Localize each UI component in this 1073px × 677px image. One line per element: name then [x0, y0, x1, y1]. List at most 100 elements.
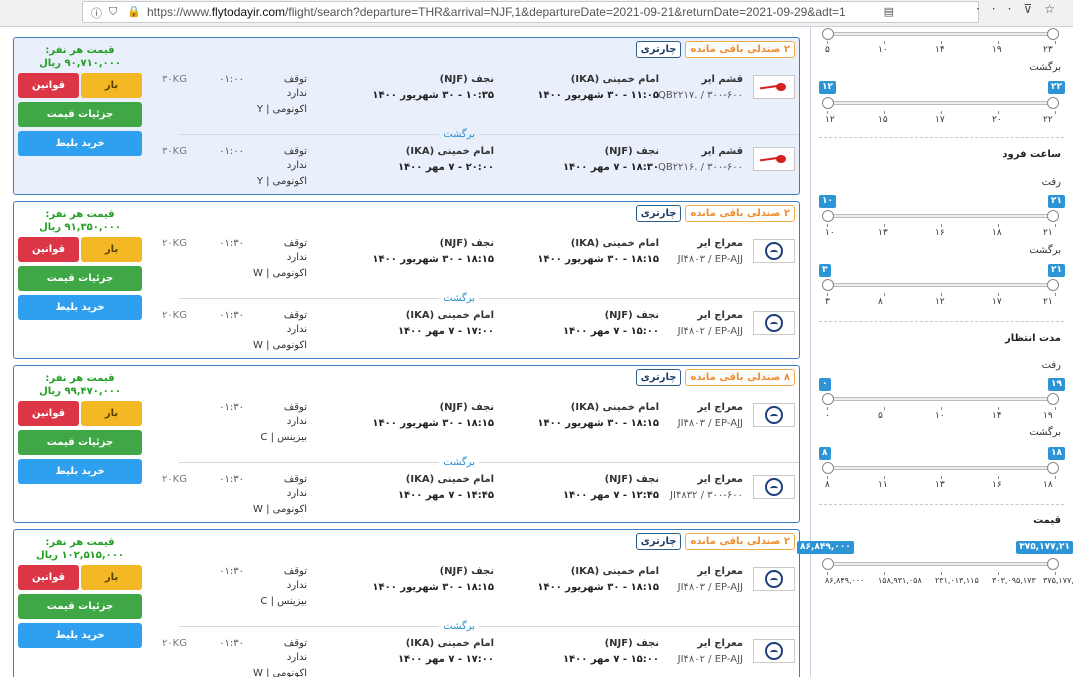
slider-handle-max[interactable] — [1047, 279, 1059, 291]
tracking-shield-icon[interactable]: ⛉ — [109, 5, 117, 19]
slider-handle-min[interactable] — [822, 393, 834, 405]
pocket-icon[interactable]: ⊽ — [1023, 2, 1044, 16]
airline-name: قشم ایر — [701, 146, 743, 157]
cabin-class: اکونومی | W — [253, 268, 307, 279]
lock-icon[interactable]: 🔒 — [127, 5, 141, 18]
leg-divider — [179, 298, 799, 299]
slider-handle-min[interactable] — [822, 279, 834, 291]
buy-ticket-button[interactable]: خرید بلیط — [18, 623, 142, 648]
slider-handle-max[interactable] — [1047, 210, 1059, 222]
slider-handle-min[interactable] — [822, 97, 834, 109]
tick-mark — [998, 41, 999, 44]
rules-button[interactable]: قوانین — [18, 73, 79, 98]
tick-label: ۱۶ — [935, 228, 945, 238]
slider-handle-max[interactable] — [1047, 28, 1059, 40]
destination-datetime: ۱۴:۴۵ - ۷ مهر ۱۴۰۰ — [397, 490, 494, 501]
slider-handle-max[interactable] — [1047, 97, 1059, 109]
destination-airport: امام خمینی (IKA) — [405, 310, 494, 321]
tick-mark — [941, 224, 942, 227]
tick-mark — [884, 111, 885, 114]
slider-handle-min[interactable] — [822, 462, 834, 474]
origin-airport: امام خمینی (IKA) — [570, 566, 659, 577]
flight-number: JI۴۸۰۲ / EP-AJJ — [677, 326, 743, 337]
slider-track[interactable] — [822, 97, 1059, 109]
flight-card[interactable]: ۲ صندلی باقی مانده چارتری معراج ایر JI۴۸۰۳ … — [13, 529, 800, 677]
stop-value: ندارد — [286, 652, 307, 663]
stop-label: توقف — [283, 402, 307, 413]
origin-airport: نجف (NJF) — [604, 638, 659, 649]
slider-handle-min[interactable] — [822, 210, 834, 222]
rules-button[interactable]: قوانین — [18, 565, 79, 590]
bookmark-star-icon[interactable]: ☆ — [1044, 2, 1067, 16]
flight-card[interactable]: ۲ صندلی باقی مانده چارتری قشم ایر QB۲۲۱۷. /… — [13, 37, 800, 195]
origin-datetime: ۱۸:۱۵ - ۳۰ شهریور ۱۴۰۰ — [537, 254, 659, 265]
slider-handle-max[interactable] — [1047, 393, 1059, 405]
flight-card[interactable]: ۸ صندلی باقی مانده چارتری معراج ایر JI۴۸۰۳ … — [13, 365, 800, 523]
address-bar[interactable]: ⓘ ⛉ 🔒 https://www.flytodayir.com/flight/… — [82, 1, 979, 23]
slider-handle-min[interactable] — [822, 28, 834, 40]
price-slider-track[interactable] — [822, 558, 1059, 570]
price-details-button[interactable]: جزئیات قیمت — [18, 430, 142, 455]
info-icon[interactable]: ⓘ — [91, 5, 102, 21]
tick-label: ۱۰ — [935, 411, 945, 421]
slider-track[interactable] — [822, 393, 1059, 405]
baggage-button[interactable]: بار — [81, 237, 142, 262]
price-max-value: ۳۷۵,۱۷۷,۲۱ — [1016, 541, 1073, 554]
buy-ticket-button[interactable]: خرید بلیط — [18, 295, 142, 320]
destination-datetime: ۱۰:۳۵ - ۳۰ شهریور ۱۴۰۰ — [372, 90, 494, 101]
tick-label: ۱۸ — [1043, 480, 1053, 490]
slider-handle-max[interactable] — [1047, 558, 1059, 570]
buy-ticket-button[interactable]: خرید بلیط — [18, 459, 142, 484]
rules-button[interactable]: قوانین — [18, 401, 79, 426]
slider-max-value: ۱۹ — [1048, 378, 1065, 391]
slider-track[interactable] — [822, 462, 1059, 474]
rules-button[interactable]: قوانین — [18, 237, 79, 262]
destination-airport: نجف (NJF) — [439, 238, 494, 249]
tick-mark — [941, 572, 942, 575]
baggage-button[interactable]: بار — [81, 565, 142, 590]
price-details-button[interactable]: جزئیات قیمت — [18, 102, 142, 127]
origin-datetime: ۱۸:۱۵ - ۳۰ شهریور ۱۴۰۰ — [537, 418, 659, 429]
slider-track[interactable] — [822, 279, 1059, 291]
stop-label: توقف — [283, 310, 307, 321]
tick-label: ۳ — [825, 297, 830, 307]
button-row: قوانین بار — [18, 401, 142, 426]
reader-view-icon[interactable]: ▤ — [884, 5, 894, 18]
tick-mark — [827, 476, 828, 479]
destination-datetime: ۱۷:۰۰ - ۷ مهر ۱۴۰۰ — [397, 326, 494, 337]
wait-time-title: مدت انتظار — [1004, 333, 1061, 344]
airline-name: معراج ایر — [697, 310, 743, 321]
url-text[interactable]: https://www.flytodayir.com/flight/search… — [147, 5, 867, 19]
slider-track[interactable] — [822, 28, 1059, 40]
tick-label: ۱۴ — [935, 45, 945, 55]
seats-remaining-badge: ۸ صندلی باقی مانده — [685, 369, 795, 386]
outbound-leg: معراج ایر JI۴۸۰۳ / EP-AJJ امام خمینی (IKA)… — [159, 400, 799, 456]
stop-value: ندارد — [286, 252, 307, 263]
flight-card[interactable]: ۲ صندلی باقی مانده چارتری معراج ایر JI۴۸۰۳ … — [13, 201, 800, 359]
slider-handle-max[interactable] — [1047, 462, 1059, 474]
tick-label: ۱۵ — [878, 115, 888, 125]
buy-ticket-button[interactable]: خرید بلیط — [18, 131, 142, 156]
slider-track[interactable] — [822, 210, 1059, 222]
charter-badge: چارتری — [635, 205, 682, 222]
flight-duration: ۰۱:۰۰ — [219, 146, 244, 157]
tick-mark — [998, 572, 999, 575]
price-details-button[interactable]: جزئیات قیمت — [18, 266, 142, 291]
tick-label: ۱۲ — [825, 115, 835, 125]
tick-label: ۸ — [825, 480, 830, 490]
stop-value: ندارد — [286, 88, 307, 99]
tick-mark — [1055, 572, 1056, 575]
baggage-button[interactable]: بار — [81, 401, 142, 426]
tick-mark — [1055, 111, 1056, 114]
meraj-air-logo-icon — [765, 478, 783, 496]
baggage-button[interactable]: بار — [81, 73, 142, 98]
more-actions-icon[interactable]: ··· — [976, 2, 1023, 16]
stop-label: توقف — [283, 638, 307, 649]
tick-label: ۱۶ — [992, 480, 1002, 490]
airline-logo — [753, 311, 795, 335]
tick-label: ۱۹ — [1043, 411, 1053, 421]
destination-datetime: ۲۰:۰۰ - ۷ مهر ۱۴۰۰ — [397, 162, 494, 173]
slider-handle-min[interactable] — [822, 558, 834, 570]
price-details-button[interactable]: جزئیات قیمت — [18, 594, 142, 619]
flight-number: JI۴۸۳۲ / ۳۰۰-۶۰۰ — [670, 490, 743, 501]
